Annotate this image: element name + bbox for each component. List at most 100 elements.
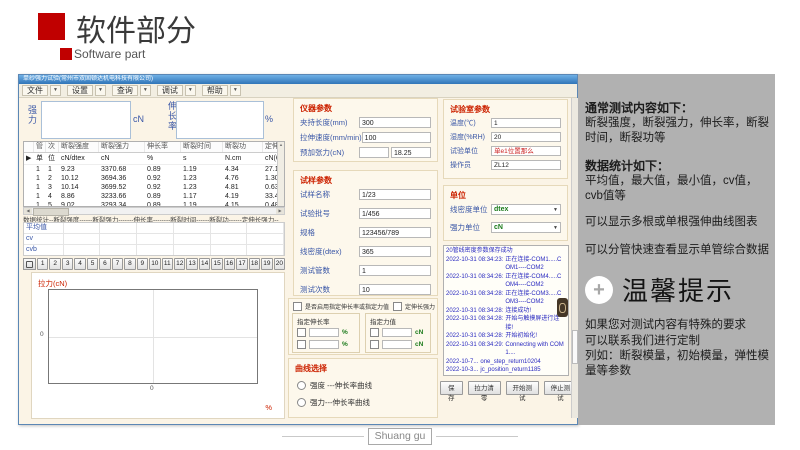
field-input[interactable]: 单e1位置那么: [491, 146, 561, 156]
subtitle-text: Software part: [74, 47, 145, 61]
lock-button[interactable]: [23, 258, 36, 270]
chart-x-zero-tick: 0: [150, 385, 154, 392]
field-input[interactable]: 1/456: [359, 208, 431, 219]
menu-item[interactable]: 文件: [22, 85, 48, 96]
sample-group: 试样参数 试样名称1/23试验批号1/456规格123456/789线密度(dt…: [293, 170, 438, 296]
tube-button-9[interactable]: 9: [137, 258, 148, 270]
action-buttons: 保存拉力清零开始测试停止测试: [440, 381, 577, 395]
enable-specified-checkbox[interactable]: [293, 302, 302, 311]
tube-button-4[interactable]: 4: [74, 258, 85, 270]
menu-item[interactable]: 设置: [67, 85, 93, 96]
tube-button-16[interactable]: 16: [224, 258, 235, 270]
force-option2-checkbox[interactable]: [370, 340, 379, 349]
elongation-option2-checkbox[interactable]: [297, 340, 306, 349]
lab-group: 试验室参数 温度(℃)1湿度(%RH)20试验单位单e1位置那么操作员ZL12: [443, 99, 568, 179]
tube-button-15[interactable]: 15: [211, 258, 222, 270]
field-input[interactable]: 18.25: [391, 147, 431, 158]
chart-panel: 拉力(cN) 0 0 %: [31, 272, 285, 419]
stats-grid: 平均值cvcvb: [23, 222, 285, 256]
tube-button-18[interactable]: 18: [249, 258, 260, 270]
fixed-elongation-checkbox[interactable]: [393, 302, 402, 311]
chart-y-zero-tick: 0: [40, 331, 44, 338]
menu-item[interactable]: 帮助: [202, 85, 228, 96]
elongation-option1-input[interactable]: [309, 328, 339, 337]
menu-dropdown-icon[interactable]: ▼: [50, 85, 61, 96]
tube-button-19[interactable]: 19: [261, 258, 272, 270]
footer-line-right: [436, 436, 518, 437]
results-table[interactable]: ▲ 管次断裂强度断裂强力伸长率断裂时间断裂功定伸长强力▶单位cN/dtexcN%…: [23, 141, 285, 207]
tube-button-8[interactable]: 8: [124, 258, 135, 270]
field-input[interactable]: 300: [359, 117, 431, 128]
tube-button-14[interactable]: 14: [199, 258, 210, 270]
plus-icon: +: [585, 276, 613, 304]
field-input[interactable]: 1/23: [359, 189, 431, 200]
force-unit-label: cN: [133, 114, 144, 124]
action-button-拉力清零[interactable]: 拉力清零: [468, 381, 501, 395]
menu-item[interactable]: 调试: [157, 85, 183, 96]
field-input[interactable]: 365: [359, 246, 431, 257]
field-input[interactable]: 100: [362, 132, 431, 143]
field-row: 夹持长度(mm)300: [300, 117, 431, 128]
tube-button-6[interactable]: 6: [99, 258, 110, 270]
elongation-display: [176, 101, 264, 139]
menu-item[interactable]: 查询: [112, 85, 138, 96]
chevron-down-icon: ▼: [553, 207, 558, 213]
tube-button-12[interactable]: 12: [174, 258, 185, 270]
field-input[interactable]: 20: [491, 132, 561, 142]
tube-button-2[interactable]: 2: [49, 258, 60, 270]
field-input[interactable]: 1: [359, 265, 431, 276]
unit-dropdown[interactable]: cN▼: [491, 222, 561, 233]
tube-button-5[interactable]: 5: [87, 258, 98, 270]
table-scrollbar[interactable]: ▲: [277, 142, 284, 206]
menu-bar: 文件▼设置▼查询▼调试▼帮助▼: [19, 84, 577, 98]
unit-dropdown[interactable]: dtex▼: [491, 204, 561, 215]
page-title: 软件部分: [76, 6, 196, 50]
force-display: [41, 101, 131, 139]
force-option1-input[interactable]: [382, 328, 412, 337]
table-row: 119.233370.680.891.194.3427.14: [24, 165, 284, 174]
menu-dropdown-icon[interactable]: ▼: [185, 85, 196, 96]
title-accent-square: [38, 13, 65, 40]
menu-dropdown-icon[interactable]: ▼: [95, 85, 106, 96]
tip-title: 温馨提示: [622, 271, 734, 308]
field-row: 温度(℃)1: [450, 118, 561, 128]
tube-button-7[interactable]: 7: [112, 258, 123, 270]
force-option2-input[interactable]: [382, 340, 412, 349]
tube-button-13[interactable]: 13: [186, 258, 197, 270]
action-button-保存[interactable]: 保存: [440, 381, 463, 395]
field-row: 试验单位单e1位置那么: [450, 146, 561, 156]
tube-button-17[interactable]: 17: [236, 258, 247, 270]
tube-button-11[interactable]: 11: [162, 258, 173, 270]
curve-option2-radio[interactable]: [297, 398, 306, 407]
field-row: 操作员ZL12: [450, 160, 561, 170]
tube-button-10[interactable]: 10: [149, 258, 160, 270]
curve-option1-radio[interactable]: [297, 381, 306, 390]
action-button-开始测试[interactable]: 开始测试: [506, 381, 539, 395]
panel-body-2: 平均值，最大值，最小值，cv值，cvb值等: [585, 174, 769, 204]
tip-row: + 温馨提示: [585, 271, 769, 308]
log-entry: 2022-10-31 08:34:28:连接成功!: [446, 307, 566, 316]
field-input[interactable]: ZL12: [491, 160, 561, 170]
field-row: 测试管数1: [300, 265, 431, 276]
field-input[interactable]: 123456/789: [359, 227, 431, 238]
menu-dropdown-icon[interactable]: ▼: [230, 85, 241, 96]
field-input[interactable]: 10: [359, 284, 431, 295]
elongation-option2-input[interactable]: [309, 340, 339, 349]
log-list[interactable]: 20管线密度参数保存成功2022-10-31 08:34:23:正在连接-COM…: [443, 245, 569, 376]
instrument-group-title: 仪器参数: [300, 103, 437, 114]
window-titlebar[interactable]: 单纱强力试验(常州市双固顿达机电科技有限公司): [19, 75, 577, 84]
log-entry: 2022-10-31 08:34:28:开始与触摸屏进行连接!: [446, 315, 566, 332]
tube-button-20[interactable]: 20: [274, 258, 285, 270]
table-row: 1310.143699.520.921.234.810.63: [24, 183, 284, 192]
field-row: 湿度(%RH)20: [450, 132, 561, 142]
tube-button-1[interactable]: 1: [37, 258, 48, 270]
field-input[interactable]: [359, 147, 389, 158]
force-option1-checkbox[interactable]: [370, 328, 379, 337]
field-input[interactable]: 1: [491, 118, 561, 128]
tube-button-3[interactable]: 3: [62, 258, 73, 270]
elongation-option1-checkbox[interactable]: [297, 328, 306, 337]
tube-buttons: 1234567891011121314151617181920: [23, 258, 285, 270]
chart-x-unit-label: %: [265, 403, 272, 412]
slide: 软件部分 Software part 单纱强力试验(常州市双固顿达机电科技有限公…: [0, 0, 800, 450]
menu-dropdown-icon[interactable]: ▼: [140, 85, 151, 96]
